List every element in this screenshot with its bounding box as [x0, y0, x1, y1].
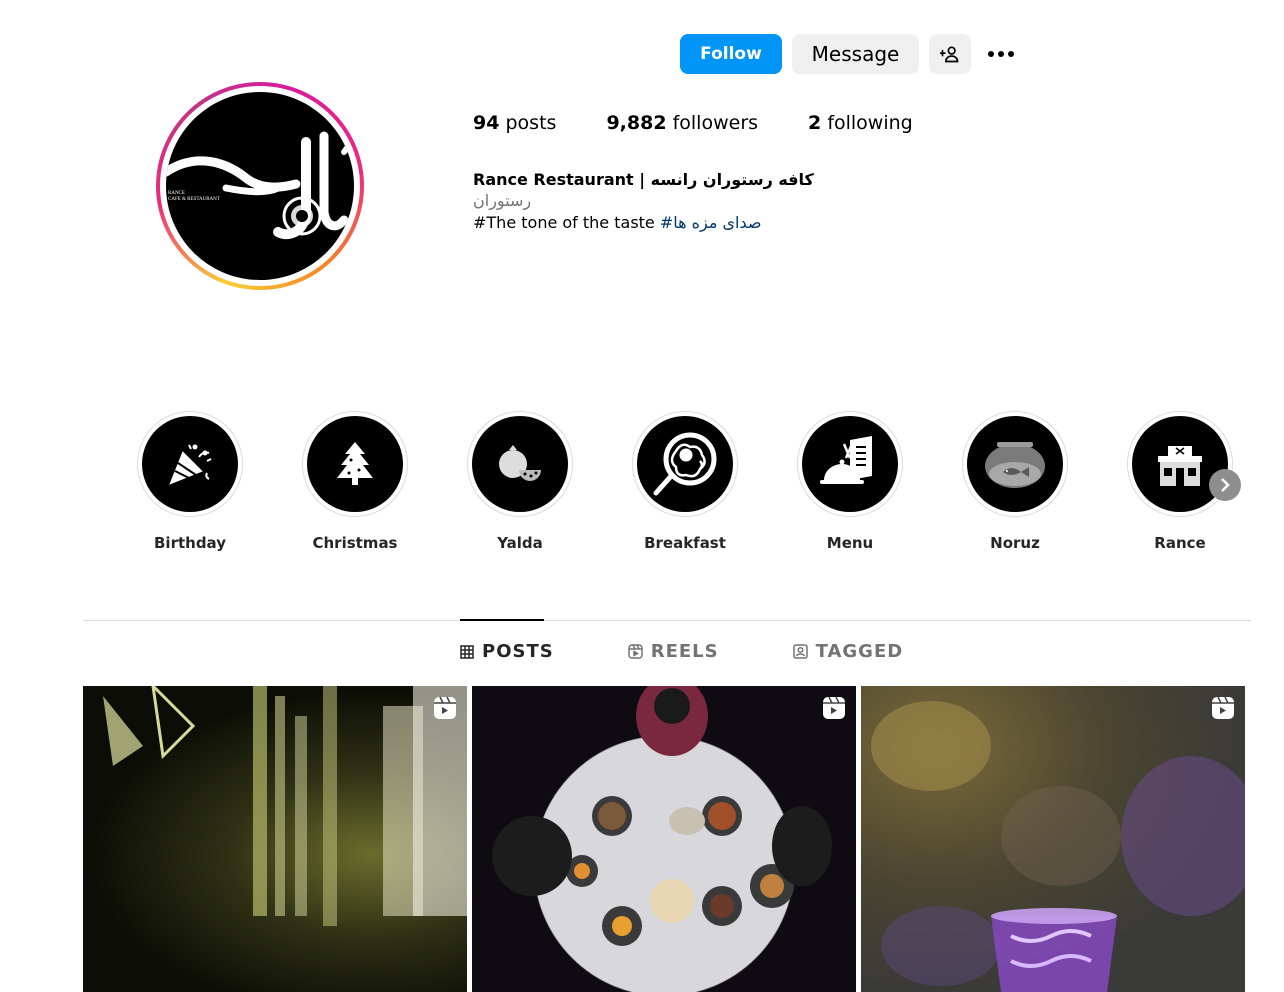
reels-icon — [627, 644, 643, 659]
highlight-noruz[interactable]: Noruz — [962, 411, 1068, 552]
highlight-yalda[interactable]: Yalda — [467, 411, 573, 552]
post-tile[interactable] — [861, 686, 1245, 992]
profile-stats: 94 posts 9,882 followers 2 following — [473, 112, 963, 134]
post-thumbnail — [492, 686, 832, 992]
svg-text:RANCE: RANCE — [168, 191, 185, 196]
tagged-icon — [792, 644, 808, 659]
chevron-right-icon — [1221, 478, 1230, 492]
following-stat[interactable]: 2 following — [808, 112, 913, 134]
highlight-label: Noruz — [990, 534, 1040, 552]
highlights-next-button[interactable] — [1209, 469, 1241, 501]
profile-tabs: POSTS REELS TAGGED — [460, 641, 977, 662]
tab-tagged[interactable]: TAGGED — [792, 641, 904, 662]
highlight-breakfast[interactable]: Breakfast — [632, 411, 738, 552]
active-tab-indicator — [460, 619, 544, 621]
pomegranate-icon — [499, 445, 541, 481]
restaurant-building-icon — [1158, 446, 1202, 486]
tab-label: POSTS — [482, 641, 554, 662]
tab-label: REELS — [650, 641, 719, 662]
profile-bio: Rance Restaurant | کافه رستوران رانسه رس… — [473, 170, 814, 234]
reel-badge-icon — [1212, 696, 1234, 719]
bio-hashtag-link[interactable]: #صدای مزه ها — [660, 213, 762, 232]
highlight-label: Rance — [1154, 534, 1206, 552]
reel-badge-icon — [434, 696, 456, 719]
posts-count: 94 — [473, 112, 500, 134]
post-thumbnail — [103, 686, 467, 926]
profile-avatar[interactable]: RANCE CAFE & RESTAURANT — [166, 92, 354, 280]
bio-tagline: #The tone of the taste — [473, 213, 655, 232]
profile-display-name: Rance Restaurant | کافه رستوران رانسه — [473, 170, 814, 189]
more-options-button[interactable] — [981, 34, 1021, 74]
add-person-icon — [940, 46, 959, 63]
post-tile[interactable] — [472, 686, 856, 992]
tab-reels[interactable]: REELS — [627, 641, 719, 662]
story-highlights: Birthday Christmas Yalda Breakfast Menu … — [137, 411, 1247, 561]
tab-label: TAGGED — [815, 641, 904, 662]
highlight-label: Birthday — [154, 534, 226, 552]
bio-text: #The tone of the taste #صدای مزه ها — [473, 212, 814, 234]
following-label: following — [827, 112, 913, 134]
followers-label: followers — [672, 112, 759, 134]
follow-button[interactable]: Follow — [680, 34, 782, 74]
posts-label: posts — [505, 112, 557, 134]
frying-pan-egg-icon — [653, 432, 717, 496]
more-horizontal-icon — [988, 51, 1014, 57]
highlight-label: Menu — [826, 534, 874, 552]
profile-category: رستوران — [473, 191, 532, 210]
followers-stat[interactable]: 9,882 followers — [606, 112, 758, 134]
fishbowl-icon — [985, 442, 1045, 488]
highlight-menu[interactable]: Menu — [797, 411, 903, 552]
posts-stat: 94 posts — [473, 112, 556, 134]
following-count: 2 — [808, 112, 822, 134]
menu-cloche-icon — [820, 436, 872, 484]
post-tile[interactable] — [83, 686, 467, 992]
highlight-label: Yalda — [497, 534, 543, 552]
svg-text:CAFE & RESTAURANT: CAFE & RESTAURANT — [168, 197, 220, 202]
reel-badge-icon — [823, 696, 845, 719]
tab-posts[interactable]: POSTS — [460, 641, 554, 662]
highlight-label: Breakfast — [644, 534, 726, 552]
highlight-birthday[interactable]: Birthday — [137, 411, 243, 552]
christmas-tree-icon — [337, 442, 373, 485]
highlight-label: Christmas — [312, 534, 398, 552]
suggest-accounts-button[interactable] — [929, 34, 971, 74]
rance-logo: RANCE CAFE & RESTAURANT — [166, 131, 353, 240]
profile-actions: Follow Message — [680, 34, 1021, 74]
posts-grid — [83, 686, 1250, 992]
highlight-christmas[interactable]: Christmas — [302, 411, 408, 552]
post-thumbnail — [871, 701, 1245, 992]
message-button[interactable]: Message — [792, 34, 919, 74]
tabs-divider — [83, 620, 1251, 621]
profile-avatar-story-ring[interactable]: RANCE CAFE & RESTAURANT — [156, 82, 364, 290]
followers-count: 9,882 — [606, 112, 667, 134]
grid-icon — [460, 644, 474, 659]
party-popper-icon — [169, 444, 212, 485]
